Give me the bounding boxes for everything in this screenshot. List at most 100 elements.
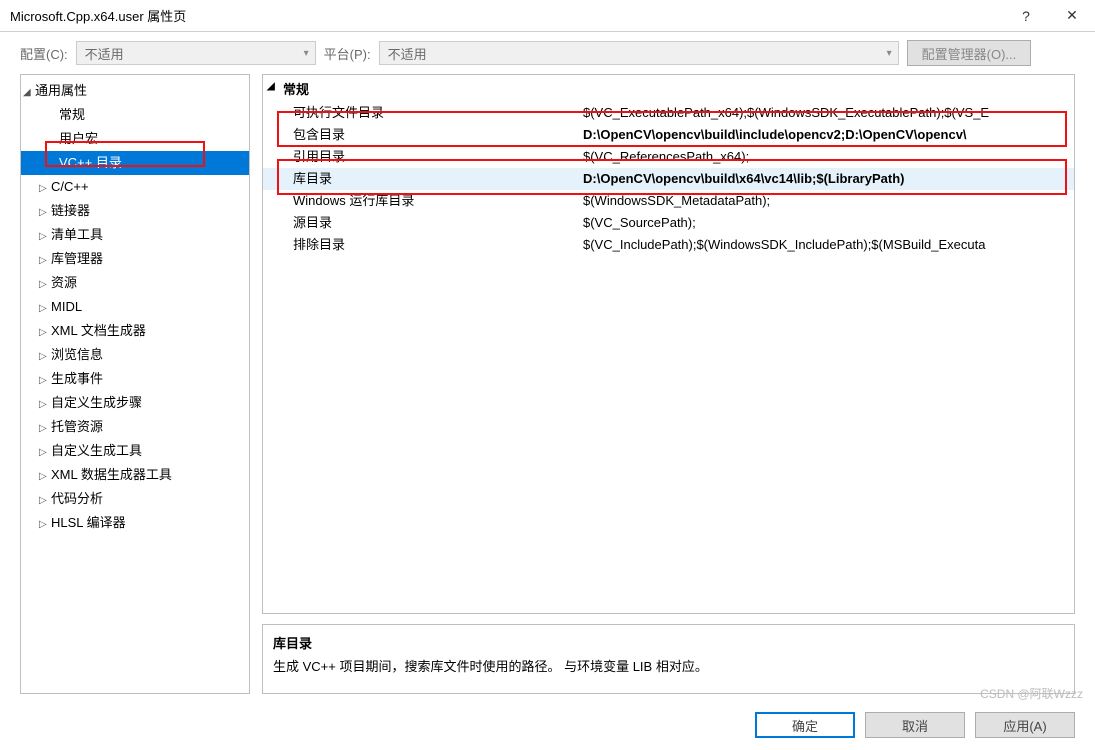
property-label: 引用目录: [293, 146, 583, 168]
property-value[interactable]: $(WindowsSDK_MetadataPath);: [583, 190, 1074, 212]
property-list[interactable]: ◢ 常规 可执行文件目录$(VC_ExecutablePath_x64);$(W…: [262, 74, 1075, 614]
expand-icon: ▷: [39, 443, 49, 463]
tree-item-label: XML 数据生成器工具: [51, 467, 172, 482]
expand-icon: ▷: [39, 419, 49, 439]
tree-root[interactable]: ◢ 通用属性: [21, 79, 249, 103]
platform-label: 平台(P):: [324, 44, 371, 63]
property-value[interactable]: $(VC_SourcePath);: [583, 212, 1074, 234]
property-value[interactable]: D:\OpenCV\opencv\build\include\opencv2;D…: [583, 124, 1074, 146]
expand-icon: ▷: [39, 227, 49, 247]
expand-icon: ▷: [39, 323, 49, 343]
tree-item[interactable]: ▷资源: [21, 271, 249, 295]
property-value[interactable]: $(VC_IncludePath);$(WindowsSDK_IncludePa…: [583, 234, 1074, 256]
tree-item[interactable]: ▷XML 文档生成器: [21, 319, 249, 343]
tree-item-label: 资源: [51, 275, 77, 290]
expand-icon: ▷: [39, 299, 49, 319]
description-box: 库目录 生成 VC++ 项目期间，搜索库文件时使用的路径。 与环境变量 LIB …: [262, 624, 1075, 694]
config-manager-button[interactable]: 配置管理器(O)...: [907, 40, 1032, 66]
tree-item-label: 代码分析: [51, 491, 103, 506]
expand-icon: ▷: [39, 491, 49, 511]
tree-item[interactable]: ▷HLSL 编译器: [21, 511, 249, 535]
tree-item[interactable]: 常规: [21, 103, 249, 127]
group-header-label: 常规: [283, 82, 309, 97]
property-label: Windows 运行库目录: [293, 190, 583, 212]
property-row[interactable]: 排除目录$(VC_IncludePath);$(WindowsSDK_Inclu…: [263, 234, 1074, 256]
tree-root-label: 通用属性: [35, 83, 87, 98]
property-label: 排除目录: [293, 234, 583, 256]
tree-item[interactable]: ▷托管资源: [21, 415, 249, 439]
property-row[interactable]: 库目录D:\OpenCV\opencv\build\x64\vc14\lib;$…: [263, 168, 1074, 190]
cancel-button[interactable]: 取消: [865, 712, 965, 738]
expand-icon: ▷: [39, 347, 49, 367]
tree-item-label: 托管资源: [51, 419, 103, 434]
tree-item-label: 自定义生成工具: [51, 443, 142, 458]
apply-button[interactable]: 应用(A): [975, 712, 1075, 738]
tree-item[interactable]: ▷C/C++: [21, 175, 249, 199]
tree-item-label: C/C++: [51, 179, 89, 194]
close-button[interactable]: ✕: [1049, 0, 1095, 32]
tree-item-label: 清单工具: [51, 227, 103, 242]
expand-icon: ▷: [39, 467, 49, 487]
tree-item[interactable]: ▷代码分析: [21, 487, 249, 511]
expand-icon: ▷: [39, 395, 49, 415]
tree-item-label: 库管理器: [51, 251, 103, 266]
watermark: CSDN @阿联Wzzz: [980, 685, 1083, 702]
tree-item[interactable]: ▷库管理器: [21, 247, 249, 271]
expand-icon: ▷: [39, 275, 49, 295]
tree-item-label: 生成事件: [51, 371, 103, 386]
property-label: 包含目录: [293, 124, 583, 146]
collapse-icon: ◢: [23, 83, 33, 103]
tree-item[interactable]: VC++ 目录: [21, 151, 249, 175]
tree-item-label: XML 文档生成器: [51, 323, 146, 338]
tree-item-label: MIDL: [51, 299, 82, 314]
help-button[interactable]: ?: [1003, 0, 1049, 32]
group-header[interactable]: ◢ 常规: [263, 75, 1074, 102]
property-label: 可执行文件目录: [293, 102, 583, 124]
properties-panel: ◢ 常规 可执行文件目录$(VC_ExecutablePath_x64);$(W…: [262, 74, 1075, 694]
platform-dropdown[interactable]: 不适用: [379, 41, 899, 65]
property-label: 库目录: [293, 168, 583, 190]
ok-button[interactable]: 确定: [755, 712, 855, 738]
property-label: 源目录: [293, 212, 583, 234]
property-value[interactable]: $(VC_ExecutablePath_x64);$(WindowsSDK_Ex…: [583, 102, 1074, 124]
tree-item-label: 浏览信息: [51, 347, 103, 362]
tree-item[interactable]: ▷链接器: [21, 199, 249, 223]
tree-item-label: 常规: [59, 107, 85, 122]
expand-icon: ▷: [39, 179, 49, 199]
property-row[interactable]: 可执行文件目录$(VC_ExecutablePath_x64);$(Window…: [263, 102, 1074, 124]
property-row[interactable]: 源目录$(VC_SourcePath);: [263, 212, 1074, 234]
property-row[interactable]: 包含目录D:\OpenCV\opencv\build\include\openc…: [263, 124, 1074, 146]
platform-value: 不适用: [388, 44, 427, 63]
property-row[interactable]: 引用目录$(VC_ReferencesPath_x64);: [263, 146, 1074, 168]
tree-item[interactable]: ▷自定义生成工具: [21, 439, 249, 463]
main-area: ◢ 通用属性 常规用户宏VC++ 目录▷C/C++▷链接器▷清单工具▷库管理器▷…: [0, 74, 1095, 704]
tree-item[interactable]: ▷清单工具: [21, 223, 249, 247]
tree-item-label: 用户宏: [59, 131, 98, 146]
tree-item-label: 自定义生成步骤: [51, 395, 142, 410]
tree-item[interactable]: ▷浏览信息: [21, 343, 249, 367]
description-text: 生成 VC++ 项目期间，搜索库文件时使用的路径。 与环境变量 LIB 相对应。: [273, 656, 1064, 675]
description-title: 库目录: [273, 633, 1064, 652]
tree-item-label: 链接器: [51, 203, 90, 218]
tree-item[interactable]: ▷生成事件: [21, 367, 249, 391]
collapse-icon: ◢: [267, 81, 275, 92]
expand-icon: ▷: [39, 251, 49, 271]
tree-item[interactable]: ▷MIDL: [21, 295, 249, 319]
config-label: 配置(C):: [20, 44, 68, 63]
expand-icon: ▷: [39, 515, 49, 535]
config-value: 不适用: [85, 44, 124, 63]
window-title: Microsoft.Cpp.x64.user 属性页: [10, 6, 1003, 25]
toolbar: 配置(C): 不适用 平台(P): 不适用 配置管理器(O)...: [0, 32, 1095, 74]
property-value[interactable]: $(VC_ReferencesPath_x64);: [583, 146, 1074, 168]
tree-item[interactable]: 用户宏: [21, 127, 249, 151]
property-value[interactable]: D:\OpenCV\opencv\build\x64\vc14\lib;$(Li…: [583, 168, 1074, 190]
config-dropdown[interactable]: 不适用: [76, 41, 316, 65]
title-bar: Microsoft.Cpp.x64.user 属性页 ? ✕: [0, 0, 1095, 32]
expand-icon: ▷: [39, 371, 49, 391]
dialog-footer: 确定 取消 应用(A): [0, 704, 1095, 750]
tree-item[interactable]: ▷XML 数据生成器工具: [21, 463, 249, 487]
tree-item-label: HLSL 编译器: [51, 515, 126, 530]
property-row[interactable]: Windows 运行库目录$(WindowsSDK_MetadataPath);: [263, 190, 1074, 212]
tree-item[interactable]: ▷自定义生成步骤: [21, 391, 249, 415]
category-tree[interactable]: ◢ 通用属性 常规用户宏VC++ 目录▷C/C++▷链接器▷清单工具▷库管理器▷…: [20, 74, 250, 694]
